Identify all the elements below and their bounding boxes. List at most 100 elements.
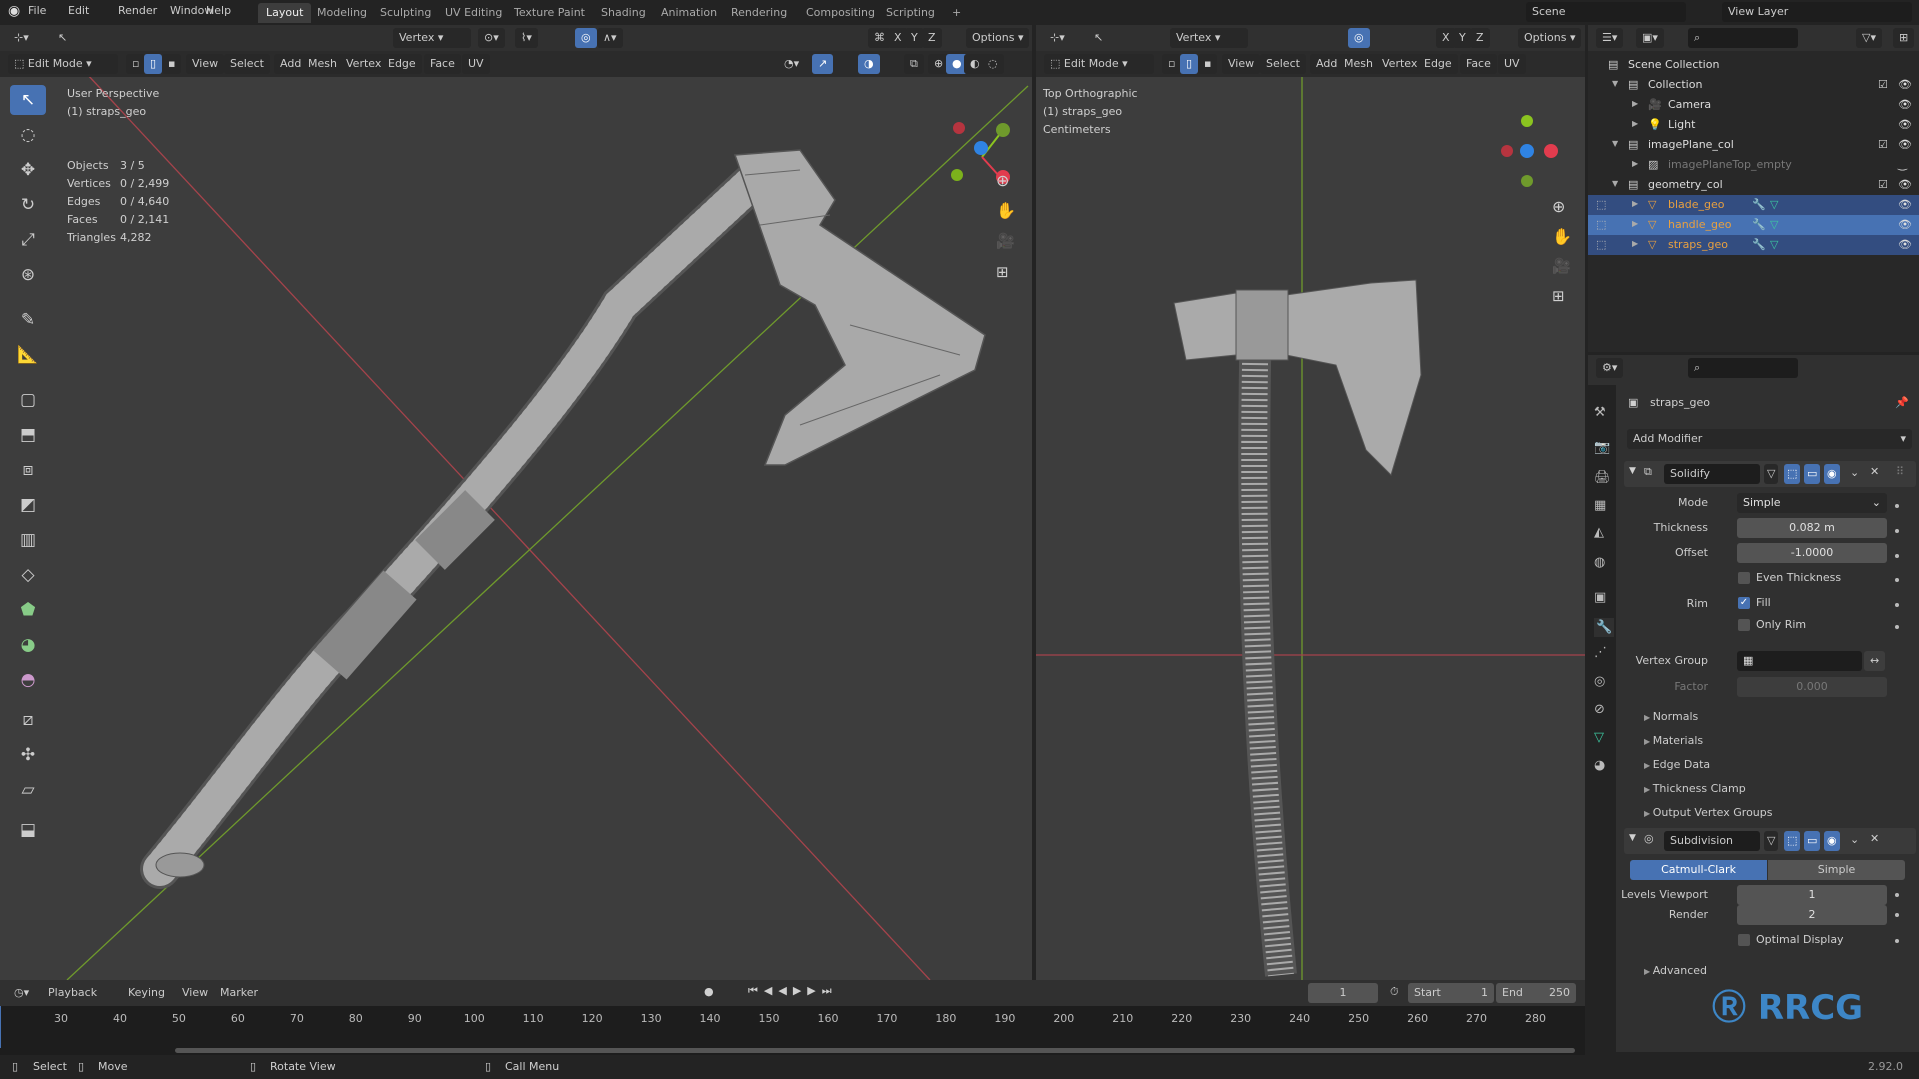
cage-toggle-icon[interactable]: ⬚ bbox=[1784, 464, 1801, 484]
modifier-name-input[interactable]: Subdivision bbox=[1664, 831, 1760, 851]
outliner-item-collection[interactable]: ▼ ▤ Collection ☑ 👁 bbox=[1588, 75, 1919, 95]
smooth-tool[interactable]: ◓ bbox=[10, 665, 46, 695]
display-mode-icon[interactable]: ☰▾ bbox=[1596, 28, 1624, 48]
mode-dropdown[interactable]: ⬚ Edit Mode ▾ bbox=[8, 54, 118, 74]
outliner-item-geometry-col[interactable]: ▼ ▤ geometry_col ☑ 👁 bbox=[1588, 175, 1919, 195]
menu-mesh[interactable]: Mesh bbox=[1338, 54, 1379, 74]
visibility-eye-icon[interactable]: 👁 bbox=[1898, 118, 1912, 131]
visibility-icon[interactable]: ◔▾ bbox=[778, 54, 805, 74]
viewport-toggle-icon[interactable]: ▭ bbox=[1804, 831, 1821, 851]
pan-hand-icon[interactable]: ✋ bbox=[1552, 227, 1572, 246]
simple-subdivision-button[interactable]: Simple bbox=[1768, 860, 1905, 880]
properties-search-input[interactable]: ⌕ bbox=[1688, 358, 1798, 378]
options-dropdown[interactable]: Options ▾ bbox=[966, 28, 1030, 48]
menu-face[interactable]: Face bbox=[424, 54, 461, 74]
edit-mode-icon[interactable]: ⬚ bbox=[1596, 198, 1606, 211]
viewport-right[interactable]: ⊹▾ ↖ Vertex ▾ ◎ X Y Z Options ▾ ⬚ Edit M… bbox=[1036, 25, 1585, 980]
expand-arrow-icon[interactable]: ▶ bbox=[1632, 199, 1638, 208]
poly-build-tool[interactable]: ⬟ bbox=[10, 595, 46, 625]
menu-mesh[interactable]: Mesh bbox=[302, 54, 343, 74]
scene-selector[interactable]: Scene bbox=[1526, 2, 1686, 22]
outliner-item-camera[interactable]: ▶ 🎥 Camera 👁 bbox=[1588, 95, 1919, 115]
xray-icon[interactable]: ⧉ bbox=[904, 54, 924, 74]
menu-help[interactable]: Help bbox=[206, 4, 231, 17]
filter-view-icon[interactable]: ▣▾ bbox=[1636, 28, 1664, 48]
subpanel-normals[interactable]: ▶ Normals bbox=[1644, 710, 1698, 723]
filter-icon[interactable]: ▽▾ bbox=[1856, 28, 1882, 48]
expand-arrow-icon[interactable]: ▶ bbox=[1632, 99, 1638, 108]
tab-rendering[interactable]: Rendering bbox=[723, 3, 795, 23]
menu-vertex[interactable]: Vertex bbox=[1376, 54, 1424, 74]
select-box-tool[interactable]: ↖ bbox=[10, 85, 46, 115]
menu-edge[interactable]: Edge bbox=[382, 54, 422, 74]
outliner-item-imageplanetop-empty[interactable]: ▶ ▨ imagePlaneTop_empty ‿ bbox=[1588, 155, 1919, 175]
mirror-y-toggle[interactable]: Y bbox=[905, 28, 924, 48]
menu-face[interactable]: Face bbox=[1460, 54, 1497, 74]
exclude-checkbox[interactable]: ☑ bbox=[1878, 78, 1888, 91]
rotate-tool[interactable]: ↻ bbox=[10, 190, 46, 220]
subpanel-materials[interactable]: ▶ Materials bbox=[1644, 734, 1703, 747]
outliner-item-straps-geo[interactable]: ▶ ▽ straps_geo ⬚ 🔧 ▽ 👁 bbox=[1588, 235, 1919, 255]
zoom-icon[interactable]: ⊕ bbox=[996, 171, 1009, 190]
catmull-clark-button[interactable]: Catmull-Clark bbox=[1630, 860, 1767, 880]
menu-file[interactable]: File bbox=[28, 4, 46, 17]
menu-uv[interactable]: UV bbox=[1498, 54, 1526, 74]
transform-tool[interactable]: ⊛ bbox=[10, 260, 46, 290]
expand-arrow-icon[interactable]: ▶ bbox=[1632, 159, 1638, 168]
vertex-select-mode[interactable]: ▫ bbox=[126, 54, 146, 74]
tab-modeling[interactable]: Modeling bbox=[309, 3, 375, 23]
knife-tool[interactable]: ◇ bbox=[10, 560, 46, 590]
subpanel-output-vertex-groups[interactable]: ▶ Output Vertex Groups bbox=[1644, 806, 1772, 819]
expand-arrow-icon[interactable]: ▼ bbox=[1612, 139, 1618, 148]
shrink-fatten-tool[interactable]: ✣ bbox=[10, 740, 46, 770]
view-layer-selector[interactable]: View Layer bbox=[1722, 2, 1912, 22]
menu-edge[interactable]: Edge bbox=[1418, 54, 1458, 74]
tab-sculpting[interactable]: Sculpting bbox=[372, 3, 439, 23]
cage-toggle-icon[interactable]: ⬚ bbox=[1784, 831, 1801, 851]
optimal-display-checkbox[interactable] bbox=[1738, 934, 1750, 946]
visibility-eye-icon[interactable]: 👁 bbox=[1898, 78, 1912, 91]
menu-view[interactable]: View bbox=[1222, 54, 1261, 74]
menu-select[interactable]: Select bbox=[1260, 54, 1306, 74]
outliner-item-blade-geo[interactable]: ▶ ▽ blade_geo ⬚ 🔧 ▽ 👁 bbox=[1588, 195, 1919, 215]
render-levels-field[interactable]: 2 bbox=[1737, 905, 1887, 925]
ortho-grid-icon[interactable]: ⊞ bbox=[1552, 287, 1565, 305]
subpanel-edge-data[interactable]: ▶ Edge Data bbox=[1644, 758, 1710, 771]
editor-type-button[interactable]: ⊹▾ bbox=[8, 28, 35, 48]
timeline-scrollbar[interactable] bbox=[175, 1048, 1575, 1053]
expand-arrow-icon[interactable]: ▼ bbox=[1612, 179, 1618, 188]
camera-view-icon[interactable]: 🎥 bbox=[996, 232, 1015, 250]
edit-mode-icon[interactable]: ⬚ bbox=[1596, 238, 1606, 251]
face-select-mode[interactable]: ▪ bbox=[1198, 54, 1218, 74]
remove-modifier-icon[interactable]: ✕ bbox=[1870, 832, 1879, 845]
properties-tab-constraints-icon[interactable]: ⊘ bbox=[1594, 702, 1605, 717]
thickness-field[interactable]: 0.082 m bbox=[1737, 518, 1887, 538]
menu-marker[interactable]: Marker bbox=[214, 983, 264, 1003]
render-toggle-icon[interactable]: ◉ bbox=[1824, 464, 1840, 484]
remove-modifier-icon[interactable]: ✕ bbox=[1870, 465, 1879, 478]
perspective-toggle-icon[interactable]: ⊞ bbox=[996, 263, 1009, 281]
tab-compositing[interactable]: Compositing bbox=[798, 3, 883, 23]
edit-mode-toggle-icon[interactable]: ▽ bbox=[1764, 464, 1779, 484]
edit-mode-icon[interactable]: ⬚ bbox=[1596, 218, 1606, 231]
proportional-edit-icon[interactable]: ◎ bbox=[1348, 28, 1370, 48]
editor-type-button[interactable]: ⊹▾ bbox=[1044, 28, 1071, 48]
menu-vertex[interactable]: Vertex bbox=[340, 54, 388, 74]
visibility-eye-icon[interactable]: 👁 bbox=[1898, 198, 1912, 211]
mirror-z-toggle[interactable]: Z bbox=[922, 28, 942, 48]
zoom-icon[interactable]: ⊕ bbox=[1552, 197, 1565, 216]
pin-icon[interactable]: 📌 bbox=[1895, 396, 1909, 409]
dropdown-chevron-icon[interactable]: ⌄ bbox=[1850, 466, 1859, 479]
dropdown-chevron-icon[interactable]: ⌄ bbox=[1850, 833, 1859, 846]
proportional-edit-icon[interactable]: ◎ bbox=[575, 28, 597, 48]
add-cube-tool[interactable]: ▢ bbox=[10, 385, 46, 415]
menu-select[interactable]: Select bbox=[224, 54, 270, 74]
edge-slide-tool[interactable]: ⧄ bbox=[10, 705, 46, 735]
collapse-arrow-icon[interactable]: ▼ bbox=[1629, 466, 1636, 476]
outliner-search-input[interactable]: ⌕ bbox=[1688, 28, 1798, 48]
select-tool-button[interactable]: ↖ bbox=[52, 28, 73, 48]
spin-tool[interactable]: ◕ bbox=[10, 630, 46, 660]
properties-tab-material-icon[interactable]: ◕ bbox=[1594, 758, 1605, 773]
outliner-item-handle-geo[interactable]: ▶ ▽ handle_geo ⬚ 🔧 ▽ 👁 bbox=[1588, 215, 1919, 235]
properties-tab-render-icon[interactable]: 📷 bbox=[1594, 440, 1610, 455]
